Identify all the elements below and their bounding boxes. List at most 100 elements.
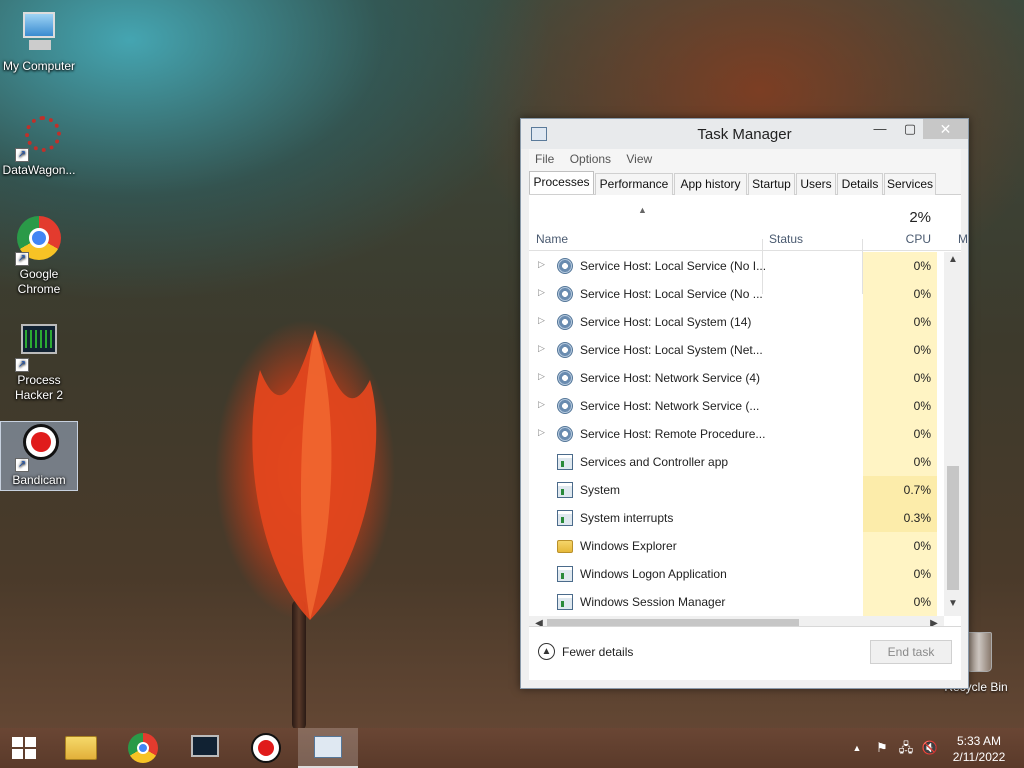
taskbar-chrome[interactable]	[113, 728, 173, 768]
desktop-icon-process-hacker[interactable]: ↗ Process Hacker 2	[0, 322, 78, 403]
chevron-up-icon[interactable]: ▲	[538, 643, 555, 660]
wallpaper-tulip	[252, 330, 377, 620]
scroll-up-icon[interactable]: ▲	[944, 254, 962, 270]
tab-details[interactable]: Details	[837, 173, 883, 195]
table-row[interactable]: Windows Session Manager 0%	[529, 588, 937, 616]
process-cpu: 0%	[863, 308, 937, 336]
close-button[interactable]: ✕	[923, 119, 968, 139]
process-hacker-icon	[191, 735, 219, 757]
menu-file[interactable]: File	[535, 149, 554, 169]
desktop-icon-google-chrome[interactable]: ↗ Google Chrome	[0, 216, 78, 297]
tab-services[interactable]: Services	[884, 173, 936, 195]
tab-processes[interactable]: Processes	[529, 171, 594, 194]
desktop-icon-label: Process Hacker 2	[14, 373, 64, 402]
menu-view[interactable]: View	[626, 149, 652, 169]
process-cpu: 0%	[863, 588, 937, 616]
clock-date: 2/11/2022	[952, 750, 1006, 764]
table-row[interactable]: ▷ Service Host: Local Service (No ... 0%	[529, 280, 937, 308]
process-cpu: 0%	[863, 420, 937, 448]
tab-performance[interactable]: Performance	[595, 173, 673, 195]
process-cpu: 0%	[863, 336, 937, 364]
taskbar: ▲ ⚑ 🖧 🔇 5:33 AM 2/11/2022	[0, 728, 1024, 768]
desktop-icon-my-computer[interactable]: My Computer	[0, 8, 78, 74]
expand-icon[interactable]: ▷	[538, 259, 545, 270]
tab-app-history[interactable]: App history	[674, 173, 747, 195]
network-icon[interactable]: 🖧	[897, 728, 915, 768]
vertical-scrollbar[interactable]: ▲ ▼	[944, 252, 962, 616]
task-manager-content: File Options View Processes Performance …	[529, 149, 968, 680]
table-row[interactable]: System 0.7%	[529, 476, 937, 504]
process-hacker-icon: ↗	[15, 322, 63, 372]
tab-users[interactable]: Users	[796, 173, 836, 195]
process-name: Service Host: Network Service (4)	[580, 371, 761, 385]
cpu-total: 2%	[909, 209, 931, 226]
shortcut-arrow-icon: ↗	[15, 252, 29, 266]
process-name: Windows Session Manager	[580, 595, 726, 609]
process-list: ▷ Service Host: Local Service (No I... 0…	[529, 252, 937, 616]
computer-icon	[15, 8, 63, 56]
desktop-icon-datawagon[interactable]: ↗ DataWagon...	[0, 112, 78, 178]
system-clock[interactable]: 5:33 AM 2/11/2022	[936, 733, 1022, 765]
expand-icon[interactable]: ▷	[538, 371, 545, 382]
shortcut-arrow-icon: ↗	[15, 458, 29, 472]
table-row[interactable]: ▷ Service Host: Local System (14) 0%	[529, 308, 937, 336]
table-row[interactable]: ▷ Service Host: Network Service (... 0%	[529, 392, 937, 420]
process-cpu: 0%	[863, 560, 937, 588]
table-row[interactable]: ▷ Service Host: Network Service (4) 0%	[529, 364, 937, 392]
service-app-icon	[557, 510, 573, 526]
expand-icon[interactable]: ▷	[538, 427, 545, 438]
table-row[interactable]: ▷ Service Host: Remote Procedure... 0%	[529, 420, 937, 448]
table-row[interactable]: Windows Explorer 0%	[529, 532, 937, 560]
sort-arrow-icon: ▲	[638, 205, 647, 215]
task-manager-window: Task Manager — ▢ ✕ File Options View Pro…	[520, 118, 969, 689]
maximize-button[interactable]: ▢	[895, 119, 925, 139]
action-center-flag-icon[interactable]: ⚑	[873, 728, 891, 768]
end-task-button[interactable]: End task	[870, 640, 952, 664]
folder-icon	[557, 540, 573, 553]
taskbar-task-manager[interactable]	[298, 728, 358, 768]
desktop-icon-label: My Computer	[2, 59, 76, 73]
column-memory[interactable]: M	[958, 232, 968, 246]
desktop-icon-bandicam[interactable]: ↗ Bandicam	[0, 421, 78, 491]
table-row[interactable]: Windows Logon Application 0%	[529, 560, 937, 588]
clock-time: 5:33 AM	[956, 734, 1002, 748]
process-name: Service Host: Local Service (No I...	[580, 259, 766, 273]
table-row[interactable]: ▷ Service Host: Local Service (No I... 0…	[529, 252, 937, 280]
column-name[interactable]: Name	[536, 232, 568, 246]
taskbar-bandicam[interactable]	[236, 728, 296, 768]
table-row[interactable]: Services and Controller app 0%	[529, 448, 937, 476]
scroll-thumb[interactable]	[947, 466, 959, 590]
show-hidden-icons-chevron-icon[interactable]: ▲	[848, 728, 866, 768]
windows-logo-icon	[12, 737, 36, 759]
footer: ▲ Fewer details End task	[529, 626, 961, 680]
table-row[interactable]: ▷ Service Host: Local System (Net... 0%	[529, 336, 937, 364]
start-button[interactable]	[0, 728, 50, 768]
expand-icon[interactable]: ▷	[538, 287, 545, 298]
recycle-bin-icon	[966, 632, 992, 672]
gear-icon	[557, 370, 573, 386]
expand-icon[interactable]: ▷	[538, 343, 545, 354]
table-row[interactable]: System interrupts 0.3%	[529, 504, 937, 532]
gear-icon	[557, 258, 573, 274]
desktop-icon-label: DataWagon...	[2, 163, 76, 177]
taskbar-process-hacker[interactable]	[175, 728, 235, 768]
column-cpu[interactable]: CPU	[889, 232, 931, 246]
scroll-down-icon[interactable]: ▼	[944, 598, 962, 614]
minimize-button[interactable]: —	[865, 119, 895, 139]
tab-bar: Processes Performance App history Startu…	[529, 169, 961, 195]
taskbar-file-explorer[interactable]	[52, 728, 112, 768]
menu-options[interactable]: Options	[570, 149, 611, 169]
tab-startup[interactable]: Startup	[748, 173, 795, 195]
process-name: Windows Explorer	[580, 539, 677, 553]
expand-icon[interactable]: ▷	[538, 315, 545, 326]
process-name: Service Host: Local System (14)	[580, 315, 752, 329]
process-name: Service Host: Remote Procedure...	[580, 427, 766, 441]
column-status[interactable]: Status	[769, 232, 803, 246]
service-app-icon	[557, 454, 573, 470]
title-bar[interactable]: Task Manager — ▢ ✕	[521, 119, 968, 149]
gear-icon	[557, 426, 573, 442]
process-name: Services and Controller app	[580, 455, 729, 469]
process-cpu: 0.3%	[863, 504, 937, 532]
expand-icon[interactable]: ▷	[538, 399, 545, 410]
fewer-details-button[interactable]: Fewer details	[562, 645, 633, 659]
